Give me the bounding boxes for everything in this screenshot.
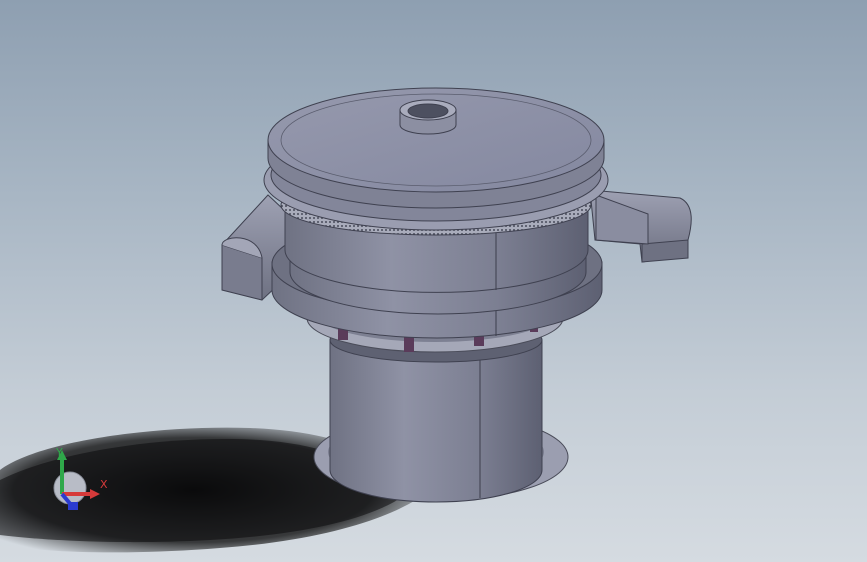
right-discharge-arm [589, 189, 692, 263]
x-axis-label: X [100, 478, 108, 491]
inlet-nozzle [399, 99, 457, 135]
coordinate-triad-icon[interactable]: Y X [48, 444, 118, 519]
x-arrow [90, 489, 100, 499]
triad-sphere [53, 471, 87, 505]
model-viewport[interactable] [0, 0, 867, 562]
y-axis-label: Y [55, 446, 63, 459]
z-arrow [68, 502, 78, 510]
